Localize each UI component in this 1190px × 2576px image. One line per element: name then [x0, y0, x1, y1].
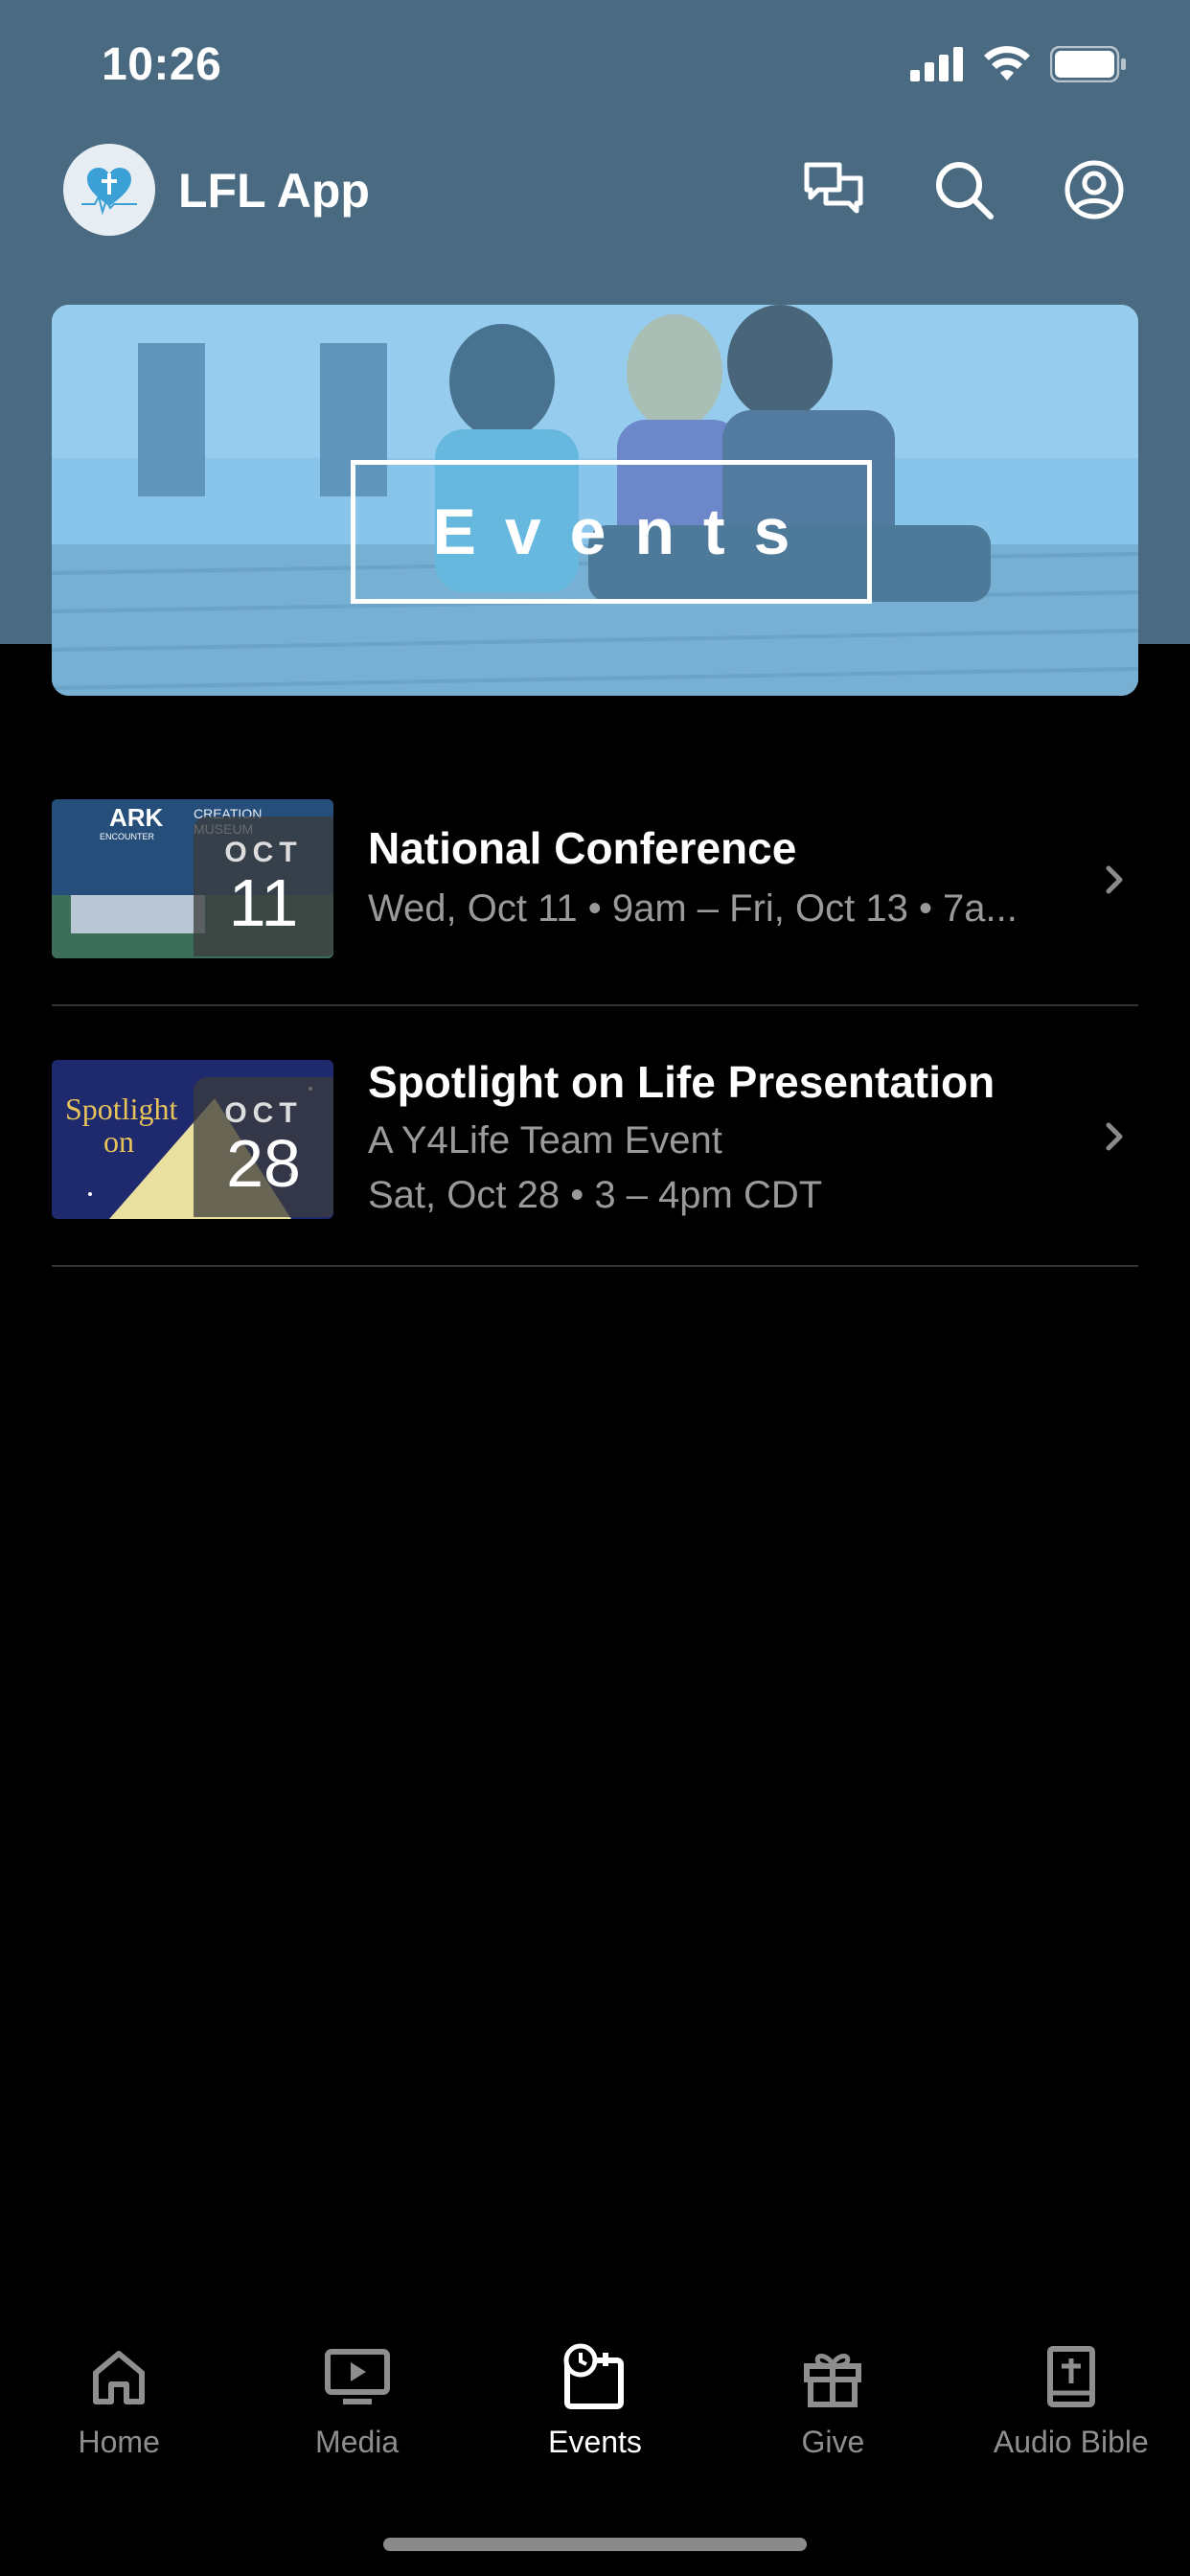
banner-frame: Events — [351, 460, 872, 604]
cellular-signal-icon — [910, 47, 963, 81]
tab-label: Audio Bible — [993, 2425, 1149, 2459]
event-subtitle: A Y4Life Team Event — [368, 1119, 722, 1162]
tab-bar: Home Media Events Give Audio Bible — [0, 2338, 1190, 2472]
search-button[interactable] — [931, 157, 996, 222]
home-icon — [80, 2338, 157, 2415]
event-text: National Conference Wed, Oct 11 • 9am – … — [368, 822, 1018, 931]
tab-give[interactable]: Give — [714, 2338, 951, 2472]
svg-text:Spotlight: Spotlight — [65, 1092, 177, 1126]
event-title: National Conference — [368, 823, 797, 873]
status-time: 10:26 — [102, 39, 222, 90]
svg-text:ARK: ARK — [109, 803, 164, 832]
tab-label: Events — [548, 2425, 642, 2459]
svg-text:ENCOUNTER: ENCOUNTER — [100, 832, 155, 841]
home-indicator — [383, 2538, 807, 2551]
event-datetime: Wed, Oct 11 • 9am – Fri, Oct 13 • 7a... — [368, 887, 1018, 930]
chat-icon — [804, 162, 863, 214]
tab-audio-bible[interactable]: Audio Bible — [952, 2338, 1190, 2472]
date-badge: OCT 28 — [194, 1077, 333, 1217]
status-bar: 10:26 — [0, 0, 1190, 134]
event-thumbnail: Spotlight on OCT 28 — [52, 1060, 333, 1219]
status-icons — [910, 46, 1127, 82]
tab-media[interactable]: Media — [238, 2338, 475, 2472]
date-month: OCT — [224, 837, 303, 868]
date-badge: OCT 11 — [194, 816, 333, 956]
event-row-national-conference[interactable]: ARK ENCOUNTER CREATION MUSEUM OCT 11 Nat… — [52, 799, 1138, 1006]
chevron-right-icon — [1106, 865, 1123, 894]
banner-title: Events — [432, 495, 819, 568]
events-icon — [557, 2338, 633, 2415]
battery-icon — [1050, 46, 1126, 82]
event-row-spotlight-on-life[interactable]: Spotlight on OCT 28 Spotlight on Life Pr… — [52, 1006, 1138, 1267]
tab-label: Media — [315, 2425, 400, 2459]
search-icon — [936, 162, 994, 219]
chat-button[interactable] — [801, 157, 866, 222]
event-thumbnail: ARK ENCOUNTER CREATION MUSEUM OCT 11 — [52, 799, 333, 958]
event-list: ARK ENCOUNTER CREATION MUSEUM OCT 11 Nat… — [52, 799, 1138, 1267]
events-banner: Events — [52, 305, 1138, 696]
svg-text:on: on — [103, 1124, 134, 1159]
wifi-icon — [984, 46, 1030, 80]
date-day: 28 — [226, 1126, 301, 1201]
profile-button[interactable] — [1062, 157, 1127, 222]
gift-icon — [794, 2338, 871, 2415]
date-day: 11 — [228, 865, 299, 940]
tab-home[interactable]: Home — [0, 2338, 238, 2472]
heart-cross-logo-icon — [81, 168, 137, 216]
app-bar: LFL App — [0, 144, 1190, 240]
date-month: OCT — [224, 1097, 303, 1129]
tab-label: Give — [801, 2425, 865, 2459]
app-logo[interactable] — [63, 144, 155, 236]
tab-label: Home — [78, 2425, 160, 2459]
media-icon — [319, 2338, 396, 2415]
tab-events[interactable]: Events — [476, 2338, 714, 2472]
chevron-right-icon — [1106, 1122, 1123, 1151]
bible-icon — [1033, 2338, 1110, 2415]
profile-icon — [1064, 160, 1124, 219]
event-title: Spotlight on Life Presentation — [368, 1057, 995, 1107]
event-datetime: Sat, Oct 28 • 3 – 4pm CDT — [368, 1174, 823, 1216]
header-actions — [801, 157, 1127, 222]
event-text: Spotlight on Life Presentation A Y4Life … — [368, 1056, 995, 1217]
app-title: LFL App — [178, 164, 370, 218]
